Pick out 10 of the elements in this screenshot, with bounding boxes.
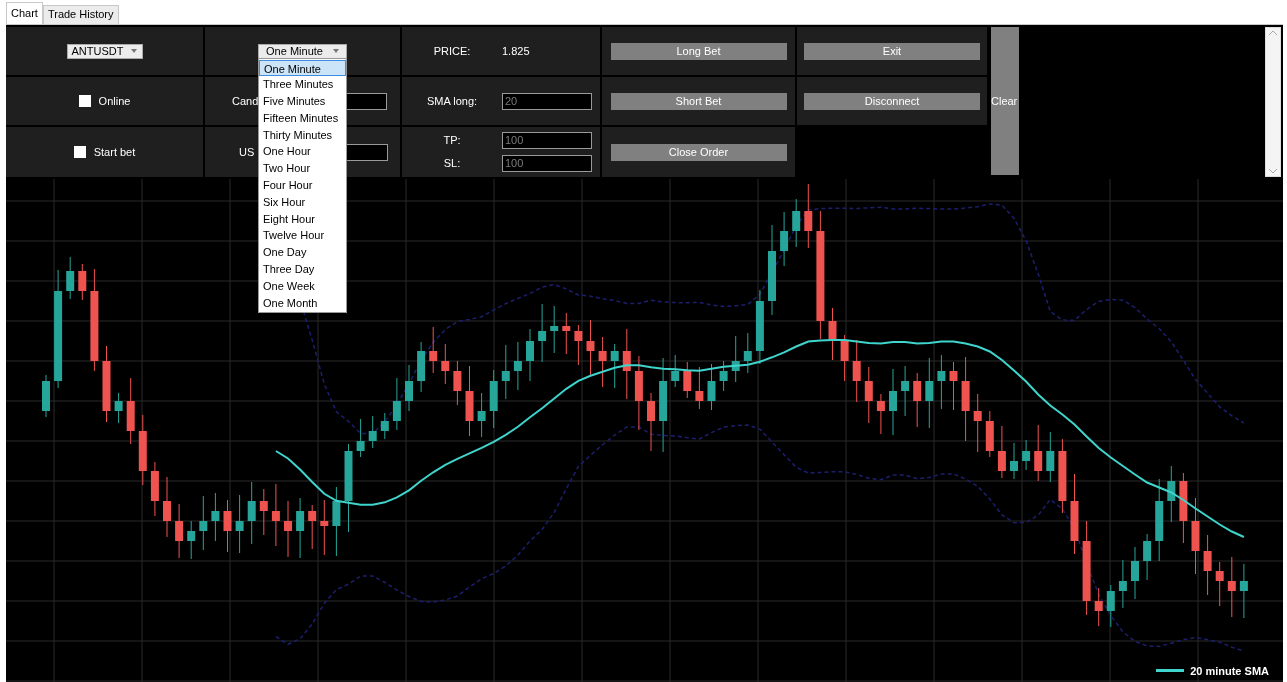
sma-long-label: SMA long: (425, 93, 479, 109)
checkbox-label: Start bet (93, 144, 136, 160)
tp-label: TP: (442, 133, 462, 149)
checkbox-label: Online (98, 93, 131, 109)
sl-label: SL: (442, 156, 462, 172)
price-value: 1.825 (502, 43, 530, 59)
field-label: US (239, 144, 255, 160)
legend-label: 20 minute SMA (1190, 663, 1269, 679)
price-label: PRICE: (432, 43, 472, 59)
field-label: Cand (232, 93, 259, 109)
